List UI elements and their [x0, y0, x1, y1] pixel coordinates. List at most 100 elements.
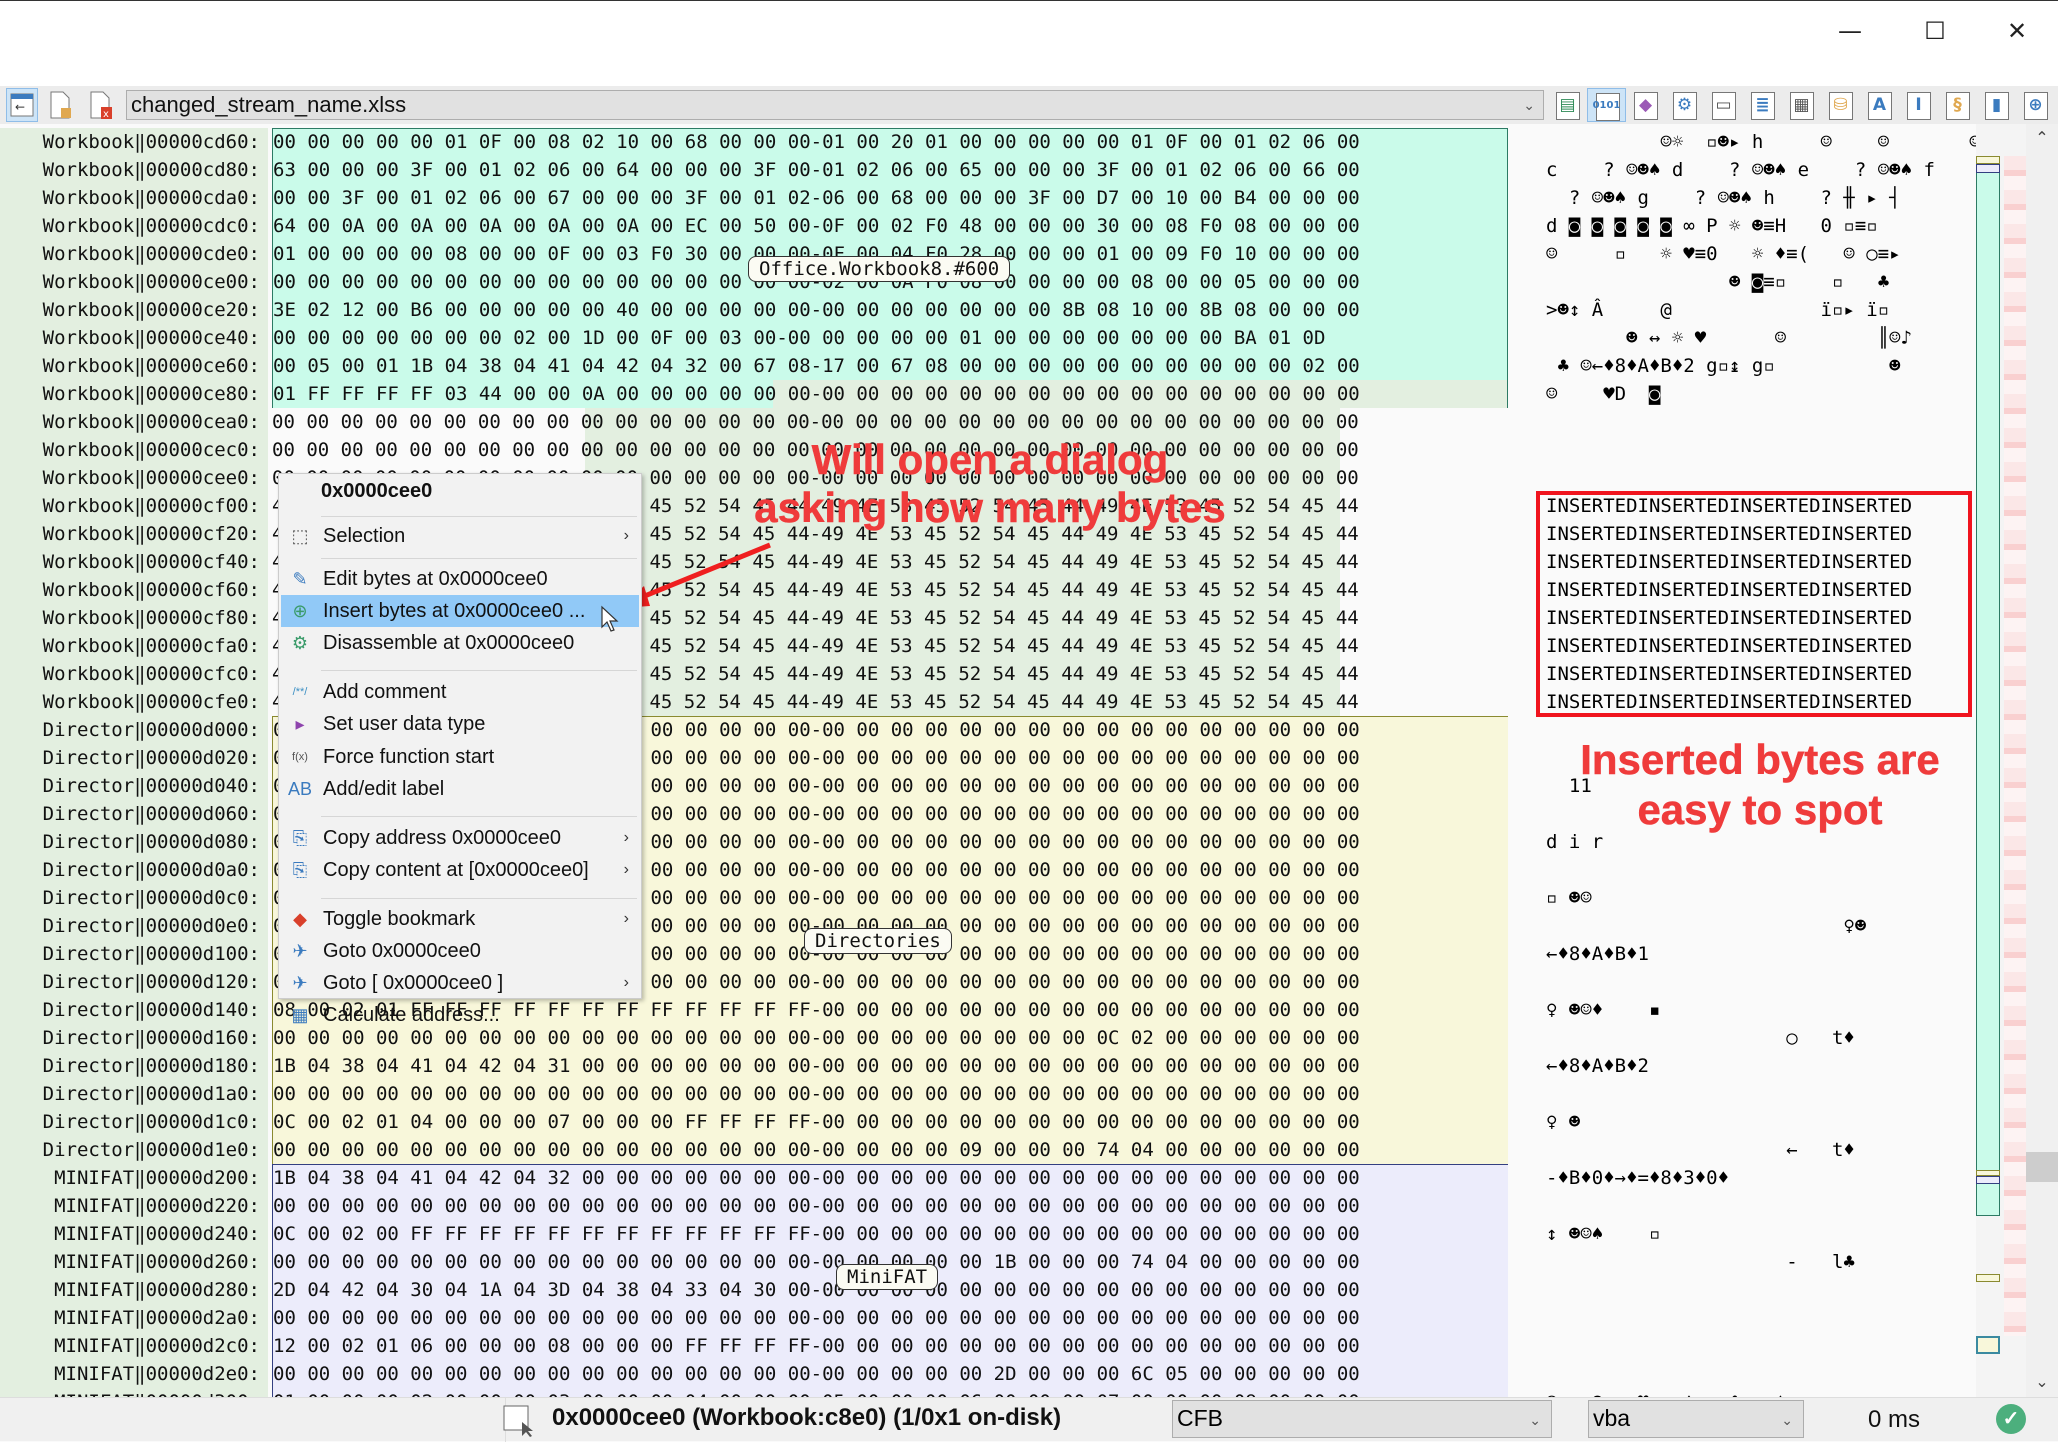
ascii-text[interactable]: [1546, 408, 1976, 436]
hex-row[interactable]: MINIFAT‖00000d2c0: 12 00 02 01 06 00 00 0…: [0, 1332, 1976, 1360]
hex-bytes[interactable]: 00 00 00 00 00 00 00 00 00 00 00 00 00 0…: [272, 1360, 1508, 1388]
ascii-text[interactable]: >☻↕ Â @ ï▫▸ ï▫: [1546, 296, 1976, 324]
ascii-text[interactable]: [1546, 1360, 1976, 1388]
hex-bytes[interactable]: 0C 00 02 01 04 00 00 00 07 00 00 00 FF F…: [272, 1108, 1508, 1136]
ascii-text[interactable]: [1546, 968, 1976, 996]
text-view-button[interactable]: ≣: [1743, 88, 1782, 122]
maximize-button[interactable]: ☐: [1905, 11, 1965, 51]
menu-item-goto-0x0000cee0[interactable]: ✈ Goto [ 0x0000cee0 ] ›: [281, 967, 639, 999]
hex-row[interactable]: MINIFAT‖00000d2e0: 00 00 00 00 00 00 00 0…: [0, 1360, 1976, 1388]
scroll-up-icon[interactable]: ⌃: [2026, 124, 2058, 152]
ascii-text[interactable]: ☺☼ ▫☻▸ h ☺ ☺ ☺☼ ☺☻♠: [1546, 128, 1976, 156]
scroll-down-icon[interactable]: ⌄: [2026, 1368, 2058, 1396]
hex-row[interactable]: Workbook‖00000cdc0: 64 00 0A 00 0A 00 0A …: [0, 212, 1976, 240]
hex-row[interactable]: Director‖00000d180: 1B 04 38 04 41 04 42 …: [0, 1052, 1976, 1080]
hex-row[interactable]: MINIFAT‖00000d220: 00 00 00 00 00 00 00 0…: [0, 1192, 1976, 1220]
ascii-text[interactable]: [1546, 436, 1976, 464]
menu-item-edit-bytes-at-0x0000cee0[interactable]: ✎ Edit bytes at 0x0000cee0: [281, 563, 639, 595]
menu-item-calculate-address[interactable]: ▦ Calculate address...: [281, 999, 639, 1031]
ascii-text[interactable]: - l♣: [1546, 1248, 1976, 1276]
hex-bytes[interactable]: 00 00 00 00 00 00 00 00 00 00 00 00 00 0…: [272, 1192, 1508, 1220]
hex-bytes[interactable]: 00 00 00 00 00 00 00 02 00 1D 00 0F 00 0…: [272, 324, 1508, 352]
hex-bytes[interactable]: 64 00 0A 00 0A 00 0A 00 0A 00 0A 00 EC 0…: [272, 212, 1508, 240]
open-file-button[interactable]: [44, 88, 76, 122]
hex-row[interactable]: Workbook‖00000cd60: 00 00 00 00 00 01 0F …: [0, 128, 1976, 156]
menu-item-copy-content-at-0x0000cee0[interactable]: ⎘ Copy content at [0x0000cee0] ›: [281, 854, 639, 886]
hex-bytes[interactable]: 1B 04 38 04 41 04 42 04 31 00 00 00 00 0…: [272, 1052, 1508, 1080]
hex-bytes[interactable]: 01 FF FF FF FF 03 44 00 00 0A 00 00 00 0…: [272, 380, 1508, 408]
hex-row[interactable]: Director‖00000d1c0: 0C 00 02 01 04 00 00 …: [0, 1108, 1976, 1136]
hex-bytes[interactable]: 0C 00 02 00 FF FF FF FF FF FF FF FF FF F…: [272, 1220, 1508, 1248]
close-button[interactable]: ✕: [1987, 11, 2047, 51]
script-combo[interactable]: vba ⌄: [1588, 1400, 1804, 1438]
ascii-text[interactable]: -♦B♦0♦→♦=♦8♦3♦0♦: [1546, 1164, 1976, 1192]
hex-bytes[interactable]: 1B 04 38 04 41 04 42 04 32 00 00 00 00 0…: [272, 1164, 1508, 1192]
ascii-text[interactable]: ← t♦: [1546, 1136, 1976, 1164]
ascii-text[interactable]: [1546, 1304, 1976, 1332]
font-view-button[interactable]: A: [1860, 88, 1899, 122]
menu-item-toggle-bookmark[interactable]: ◆ Toggle bookmark ›: [281, 903, 639, 935]
overview-minimap[interactable]: [1976, 124, 2026, 1397]
hex-bytes[interactable]: 00 00 00 00 00 00 00 00 00 00 00 00 00 0…: [272, 1136, 1508, 1164]
menu-item-force-function-start[interactable]: f(x) Force function start: [281, 741, 639, 773]
ascii-text[interactable]: ←♦8♦A♦B♦2: [1546, 1052, 1976, 1080]
ascii-text[interactable]: ☻ ↔ ☼ ♥ ☺ ║☺♪: [1546, 324, 1976, 352]
menu-item-add-edit-label[interactable]: AB Add/edit label: [281, 773, 639, 805]
menu-item-disassemble-at-0x0000cee0[interactable]: ⚙ Disassemble at 0x0000cee0: [281, 627, 639, 659]
hex-row[interactable]: MINIFAT‖00000d240: 0C 00 02 00 FF FF FF F…: [0, 1220, 1976, 1248]
hex-row[interactable]: Director‖00000d1e0: 00 00 00 00 00 00 00 …: [0, 1136, 1976, 1164]
form-view-button[interactable]: ▭: [1704, 88, 1743, 122]
database-view-button[interactable]: ⛁: [1821, 88, 1860, 122]
ascii-text[interactable]: ☺ ▫ ☼ ♥≡0 ☼ ♦≡( ☺ ○≡▸: [1546, 240, 1976, 268]
ascii-text[interactable]: ☻ ◙≡▫ ▫ ♣: [1546, 268, 1976, 296]
ascii-text[interactable]: c ? ☺☻♠ d ? ☺☻♠ e ? ☺☻♠ f: [1546, 156, 1976, 184]
hex-row[interactable]: MINIFAT‖00000d300: 01 00 00 00 02 00 00 0…: [0, 1388, 1976, 1397]
ascii-text[interactable]: ♀ ☻☺♦ ▪: [1546, 996, 1976, 1024]
hex-bytes[interactable]: 63 00 00 00 3F 00 01 02 06 00 64 00 00 0…: [272, 156, 1508, 184]
minimize-button[interactable]: —: [1820, 11, 1880, 51]
file-selector[interactable]: changed_stream_name.xlss ⌄: [126, 90, 1544, 120]
ascii-text[interactable]: ? ☺☻♠ g ? ☺☻♠ h ? ╫ ▸ ┤: [1546, 184, 1976, 212]
hex-bytes[interactable]: 00 00 3F 00 01 02 06 00 67 00 00 00 3F 0…: [272, 184, 1508, 212]
hex-row[interactable]: Workbook‖00000ce20: 3E 02 12 00 B6 00 00 …: [0, 296, 1976, 324]
ascii-text[interactable]: ☺ ☻ ♥ ♦ ♣ ♠: [1546, 1388, 1976, 1397]
hex-bytes[interactable]: 00 00 00 00 00 00 00 00 00 00 00 00 00 0…: [272, 1304, 1508, 1332]
ascii-text[interactable]: [1546, 1192, 1976, 1220]
hex-row[interactable]: Workbook‖00000cd80: 63 00 00 00 3F 00 01 …: [0, 156, 1976, 184]
hex-bytes[interactable]: 3E 02 12 00 B6 00 00 00 00 00 40 00 00 0…: [272, 296, 1508, 324]
hex-row[interactable]: MINIFAT‖00000d280: 2D 04 42 04 30 04 1A 0…: [0, 1276, 1976, 1304]
menu-item-set-user-data-type[interactable]: ▸ Set user data type: [281, 708, 639, 740]
ascii-text[interactable]: [1546, 856, 1976, 884]
menu-item-selection[interactable]: ⬚ Selection ›: [281, 520, 639, 552]
ascii-text[interactable]: ▫ ☻☺: [1546, 884, 1976, 912]
hex-bytes[interactable]: 00 00 00 00 00 00 00 00 00 00 00 00 00 0…: [272, 1080, 1508, 1108]
hex-bytes[interactable]: 12 00 02 01 06 00 00 00 08 00 00 00 FF F…: [272, 1332, 1508, 1360]
hex-row[interactable]: MINIFAT‖00000d2a0: 00 00 00 00 00 00 00 0…: [0, 1304, 1976, 1332]
ascii-text[interactable]: [1546, 1332, 1976, 1360]
ascii-text[interactable]: ♣ ☺←♦8♦A♦B♦2 g▫↨ g▫ ☻: [1546, 352, 1976, 380]
ascii-text[interactable]: ☺ ♥D ◙: [1546, 380, 1976, 408]
back-panel-button[interactable]: ←: [6, 88, 38, 122]
table-view-button[interactable]: ▤: [1548, 88, 1587, 122]
menu-item-copy-address-0x0000cee0[interactable]: ⎘ Copy address 0x0000cee0 ›: [281, 822, 639, 854]
ascii-text[interactable]: ♀ ☻: [1546, 1108, 1976, 1136]
menu-item-insert-bytes-at-0x0000cee0[interactable]: ⊕ Insert bytes at 0x0000cee0 ...: [281, 595, 639, 627]
ascii-text[interactable]: ○ t♦: [1546, 1024, 1976, 1052]
ascii-text[interactable]: ♀☻: [1546, 912, 1976, 940]
menu-item-add-comment[interactable]: /**/ Add comment: [281, 676, 639, 708]
vertical-scrollbar[interactable]: ⌃ ⌄: [2026, 124, 2058, 1397]
hex-row[interactable]: Workbook‖00000ce80: 01 FF FF FF FF 03 44 …: [0, 380, 1976, 408]
media-view-button[interactable]: ▦: [1782, 88, 1821, 122]
hex-bytes[interactable]: 00 05 00 01 1B 04 38 04 41 04 42 04 32 0…: [272, 352, 1508, 380]
menu-item-goto-0x0000cee0[interactable]: ✈ Goto 0x0000cee0: [281, 935, 639, 967]
hex-row[interactable]: Workbook‖00000ce60: 00 05 00 01 1B 04 38 …: [0, 352, 1976, 380]
hex-row[interactable]: MINIFAT‖00000d260: 00 00 00 00 00 00 00 0…: [0, 1248, 1976, 1276]
ascii-text[interactable]: ←♦8♦A♦B♦1: [1546, 940, 1976, 968]
ascii-text[interactable]: [1546, 464, 1976, 492]
hex-view-button[interactable]: 0101: [1587, 88, 1626, 122]
ascii-text[interactable]: ↕ ☻☺♠ ▫: [1546, 1220, 1976, 1248]
structure-view-button[interactable]: ◆: [1626, 88, 1665, 122]
info-view-button[interactable]: I: [1899, 88, 1938, 122]
web-view-button[interactable]: ⊕: [2016, 88, 2055, 122]
hex-bytes[interactable]: 01 00 00 00 02 00 00 00 03 00 00 00 04 0…: [272, 1388, 1508, 1397]
